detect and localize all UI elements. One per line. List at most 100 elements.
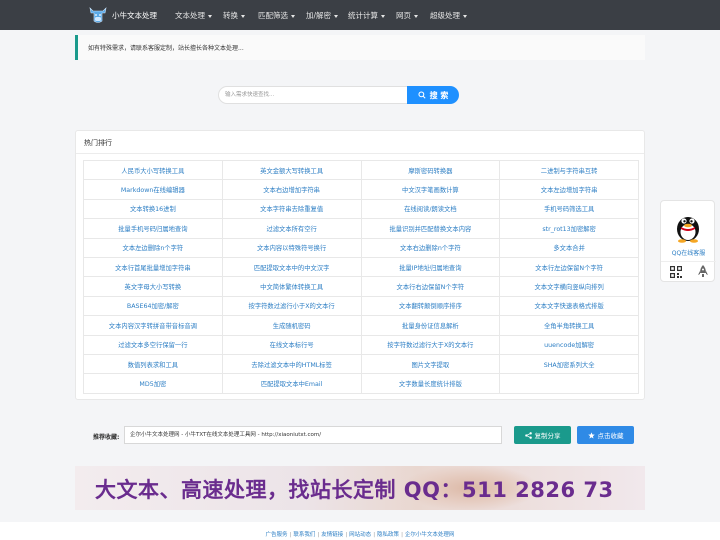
tool-link[interactable]: 按字符数过滤行小于X的文本行 <box>221 295 362 317</box>
tool-link[interactable]: str_rot13加密解密 <box>499 218 639 239</box>
nav-menu-item[interactable]: 匹配筛选 <box>258 10 295 21</box>
tool-link[interactable]: 文本左边删除n个字符 <box>83 237 223 258</box>
footer-separator: | <box>289 532 292 538</box>
nav-menu-item[interactable]: 统计计算 <box>348 10 385 21</box>
tool-link[interactable]: 手机号码筛选工具 <box>499 198 639 220</box>
tool-link[interactable]: 过滤文本多空行保留一行 <box>83 334 223 355</box>
tool-link[interactable]: 过滤文本所有空行 <box>221 218 362 239</box>
tool-link[interactable]: Markdown在线编辑器 <box>83 179 223 200</box>
search-button-label: 搜 索 <box>429 90 449 100</box>
star-icon <box>587 431 595 439</box>
tool-link[interactable]: 文本转换16进制 <box>83 198 223 220</box>
footer-separator: | <box>317 532 320 538</box>
tool-link[interactable]: 数值列表求和工具 <box>83 353 223 375</box>
tool-link[interactable]: MD5加密 <box>83 373 223 394</box>
tool-link[interactable]: SHA加密系列大全 <box>499 353 639 375</box>
tool-link[interactable]: 文本翻转颠倒顺序排序 <box>360 295 501 317</box>
footer-separator: | <box>401 532 403 538</box>
tool-link[interactable]: 文本内容汉字转拼音带音标音调 <box>83 315 223 336</box>
nav-menu-item[interactable]: 文本处理 <box>175 10 212 21</box>
table-row: MD5加密 匹配提取文本中Email 文字数量长度统计排版 <box>83 373 639 394</box>
tool-link[interactable]: 文本字符串去除重复值 <box>221 198 362 220</box>
tool-link[interactable]: 英文金额大写转换工具 <box>221 159 362 181</box>
tool-link[interactable]: 批量识别并匹配替换文本内容 <box>360 218 501 239</box>
tool-link[interactable]: 文本行左边保留N个字符 <box>499 256 639 278</box>
tool-link[interactable]: 人民币大小写转换工具 <box>83 159 223 181</box>
table-row: 文本内容汉字转拼音带音标音调 生成随机密码 批量身份证信息解析 全角半角转换工具 <box>83 315 639 336</box>
divider <box>76 153 644 154</box>
tool-link[interactable]: 批量手机号码归属地查询 <box>83 218 223 239</box>
qq-service-widget[interactable]: QQ在线客服 <box>660 200 716 282</box>
table-row: 文本行首尾批量增加字符串 匹配提取文本中的中文汉字 批量IP地址归属地查询 文本行左边… <box>83 256 639 278</box>
tool-link[interactable]: 批量IP地址归属地查询 <box>360 256 501 278</box>
brand[interactable]: 小牛文本处理 <box>88 4 157 26</box>
banner-text: 大文本、高速处理，找站长定制 QQ：511 2826 73 <box>95 478 614 502</box>
add-favorite-label: 点击收藏 <box>597 432 624 440</box>
footer-link[interactable]: 友情链接 <box>321 532 343 538</box>
tool-link[interactable]: 英文字母大小写转换 <box>83 276 223 297</box>
nav-menu-label: 统计计算 <box>348 11 378 20</box>
tool-link[interactable]: 摩斯密码转换器 <box>360 159 501 181</box>
table-row: 批量手机号码归属地查询 过滤文本所有空行 批量识别并匹配替换文本内容 str_rot1… <box>83 218 639 239</box>
tool-link[interactable]: 文本文字快速表格式排版 <box>499 295 639 317</box>
tool-link[interactable]: 去除过滤文本中的HTML标签 <box>221 353 362 375</box>
qq-label: QQ在线客服 <box>671 250 706 257</box>
nav-menu-item[interactable]: 超级处理 <box>430 10 467 21</box>
custom-service-banner[interactable]: 大文本、高速处理，找站长定制 QQ：511 2826 73 <box>75 466 645 510</box>
footer-link[interactable]: 网站动态 <box>349 532 371 538</box>
footer-link[interactable]: 广告服务 <box>266 532 288 538</box>
nav-menu-label: 匹配筛选 <box>258 11 288 20</box>
table-row: 过滤文本多空行保留一行 在线文本标行号 按字符数过滤行大于X的文本行 uuencode… <box>83 334 639 355</box>
footer-link[interactable]: 隐私政策 <box>377 532 399 538</box>
tool-link[interactable]: 图片文字提取 <box>360 353 501 375</box>
caret-down-icon <box>208 14 212 18</box>
tool-link[interactable]: 文本行右边保留N个字符 <box>360 276 501 297</box>
tool-link[interactable]: 中文汉字笔画数计算 <box>360 179 501 200</box>
tool-link[interactable]: 文本文字横向竖纵向排列 <box>499 276 639 297</box>
footer-separator: | <box>345 532 348 538</box>
tool-link[interactable]: 匹配提取文本中Email <box>221 373 362 394</box>
tool-link[interactable]: 文本行首尾批量增加字符串 <box>83 256 223 278</box>
tool-link[interactable]: 按字符数过滤行大于X的文本行 <box>360 334 501 355</box>
table-row: Markdown在线编辑器 文本右边增加字符串 中文汉字笔画数计算 文本左边增加字符串 <box>83 179 639 200</box>
rocket-icon[interactable] <box>698 265 708 278</box>
tool-link[interactable]: BASE64加密/解密 <box>83 295 223 317</box>
tool-link[interactable]: 批量身份证信息解析 <box>360 315 501 336</box>
search-input[interactable]: 输入需求快速查找... <box>218 86 408 104</box>
footer-link[interactable]: 联系我们 <box>293 532 315 538</box>
tool-link[interactable]: 在线文本标行号 <box>221 334 362 355</box>
nav-menu-item[interactable]: 转换 <box>223 10 245 21</box>
tool-link[interactable]: 文字数量长度统计排版 <box>360 373 501 394</box>
hot-ranking-panel: 热门排行 人民币大小写转换工具 英文金额大写转换工具 摩斯密码转换器 二进制与字符串互… <box>75 130 645 400</box>
tool-link[interactable]: 多文本合并 <box>499 237 639 258</box>
tool-link[interactable]: 二进制与字符串互转 <box>499 159 639 181</box>
tool-link[interactable]: 文本内容以特殊符号换行 <box>221 237 362 258</box>
footer-link[interactable]: 企尔小牛文本处理网 <box>405 532 455 538</box>
bookmark-url-field[interactable]: 企尔小牛文本处理网 - 小牛TXT在线文本处理工具网 - http://xiao… <box>124 426 502 444</box>
tool-link[interactable]: 文本左边增加字符串 <box>499 179 639 200</box>
caret-down-icon <box>463 14 467 18</box>
search-icon <box>418 91 426 99</box>
tool-link[interactable]: 匹配提取文本中的中文汉字 <box>221 256 362 278</box>
tool-link[interactable]: uuencode加解密 <box>499 334 639 355</box>
copy-share-label: 复制分享 <box>534 432 561 440</box>
add-favorite-button[interactable]: 点击收藏 <box>577 426 634 444</box>
search-button[interactable]: 搜 索 <box>407 86 459 104</box>
tool-link[interactable]: 全角半角转换工具 <box>499 315 639 336</box>
footer-separator: | <box>373 532 376 538</box>
copy-share-button[interactable]: 复制分享 <box>514 426 571 444</box>
tool-link[interactable]: 中文简体繁体转换工具 <box>221 276 362 297</box>
tool-link[interactable]: 文本右边增加字符串 <box>221 179 362 200</box>
caret-down-icon <box>381 14 385 18</box>
table-row: 英文字母大小写转换 中文简体繁体转换工具 文本行右边保留N个字符 文本文字横向竖纵向排… <box>83 276 639 297</box>
tool-link[interactable]: 在线阅读/朗读文档 <box>360 198 501 220</box>
tool-link[interactable]: 生成随机密码 <box>221 315 362 336</box>
qq-actions <box>661 261 716 281</box>
nav-menu-item[interactable]: 加/解密 <box>306 10 339 21</box>
table-row: 文本左边删除n个字符 文本内容以特殊符号换行 文本右边删除n个字符 多文本合并 <box>83 237 639 258</box>
nav-menu-label: 超级处理 <box>430 11 460 20</box>
tool-link[interactable]: 文本右边删除n个字符 <box>360 237 501 258</box>
nav-menu-label: 转换 <box>223 11 238 20</box>
qr-code-icon[interactable] <box>670 266 682 278</box>
nav-menu-item[interactable]: 网页 <box>396 10 418 21</box>
